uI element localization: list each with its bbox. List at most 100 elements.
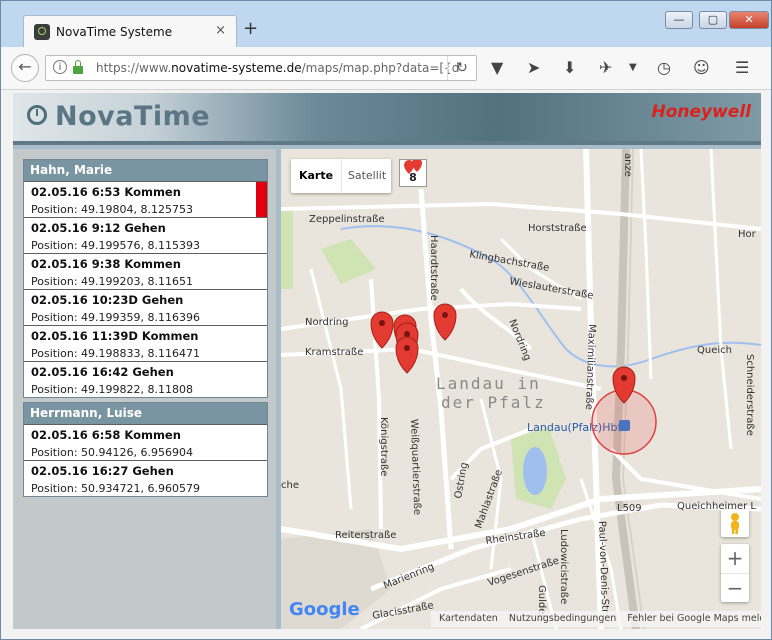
tab-novatime[interactable]: NovaTime Systeme ×: [23, 15, 237, 47]
minimize-button[interactable]: —: [665, 11, 693, 29]
send-icon[interactable]: ➤: [527, 58, 540, 78]
road: [709, 149, 733, 450]
street-label: Maximilianstraße: [583, 324, 597, 410]
list-item[interactable]: 02.05.16 9:12 Gehen Position: 49.199576,…: [24, 217, 267, 253]
report-error-link[interactable]: Fehler bei Google Maps melden: [627, 613, 761, 624]
person-name: Hahn, Marie: [24, 160, 267, 181]
street-label: Haardtstraße: [428, 235, 439, 301]
street-label: Nordring: [305, 317, 348, 328]
entry-time: 02.05.16 11:39D Kommen: [31, 329, 199, 343]
city-label: der Pfalz: [441, 393, 546, 412]
street-label: che: [281, 480, 299, 491]
street-label: Ostring: [453, 462, 470, 500]
back-button[interactable]: ←: [11, 54, 39, 82]
zoom-out-button[interactable]: −: [721, 574, 749, 603]
street-label: Hor: [738, 229, 757, 240]
page-content: NovaTime Honeywell Hahn, Marie 02.05.16 …: [13, 93, 761, 629]
list-item[interactable]: 02.05.16 6:58 Kommen Position: 50.94126,…: [24, 424, 267, 460]
road: [309, 268, 353, 510]
url-bar[interactable]: i https://www.novatime-systeme.de/maps/m…: [45, 55, 477, 81]
emoji-icon[interactable]: ☺: [693, 58, 710, 78]
road: [639, 149, 653, 380]
chevron-down-icon[interactable]: ▼: [629, 58, 637, 78]
person-group-hahn: Hahn, Marie 02.05.16 6:53 Kommen Positio…: [23, 159, 268, 398]
download-icon[interactable]: ⬇: [563, 58, 576, 78]
street-label: L509: [617, 503, 642, 514]
map-attribution: Kartendaten Nutzungsbedingungen Fehler b…: [431, 611, 761, 627]
entry-time: 02.05.16 9:12 Gehen: [31, 221, 166, 235]
map-data-link[interactable]: Kartendaten: [439, 613, 498, 624]
pocket-icon[interactable]: ▼: [491, 58, 503, 78]
tab-close-icon[interactable]: ×: [215, 23, 226, 38]
navigation-bar: ← i https://www.novatime-systeme.de/maps…: [1, 47, 771, 90]
entry-position: Position: 50.934721, 6.960579: [31, 482, 200, 495]
entry-position: Position: 50.94126, 6.956904: [31, 446, 193, 459]
entry-time: 02.05.16 16:42 Gehen: [31, 365, 174, 379]
lock-icon: [73, 60, 83, 74]
reload-icon[interactable]: ↻: [447, 56, 476, 80]
street-label: anze: [622, 153, 633, 177]
marker-cluster-button[interactable]: 8: [399, 159, 427, 187]
honeywell-logo: Honeywell: [651, 102, 751, 122]
tab-title: NovaTime Systeme: [56, 25, 173, 39]
entry-time: 02.05.16 6:58 Kommen: [31, 428, 181, 442]
new-tab-button[interactable]: +: [243, 20, 258, 38]
street-label: Klingbachstraße: [468, 249, 550, 274]
tab-bar: NovaTime Systeme × + — ▢ ✕: [1, 1, 771, 47]
zoom-control: + −: [721, 544, 749, 602]
street-label: Schneiderstraße: [744, 354, 755, 436]
browser-window: NovaTime Systeme × + — ▢ ✕ ← i https://w…: [0, 0, 772, 640]
terms-link[interactable]: Nutzungsbedingungen: [509, 613, 616, 624]
map-view[interactable]: Zeppelinstraße Horststraße Hor Klingbach…: [281, 149, 761, 629]
street-label: Queich: [697, 345, 732, 356]
map-type-satellit-button[interactable]: Satellit: [343, 159, 391, 193]
street-label: Reiterstraße: [335, 530, 396, 541]
entry-time: 02.05.16 10:23D Gehen: [31, 293, 184, 307]
map-type-control: Karte Satellit: [291, 159, 391, 193]
person-name: Herrmann, Luise: [24, 403, 267, 424]
selected-marker: [256, 182, 267, 217]
list-item[interactable]: 02.05.16 16:27 Gehen Position: 50.934721…: [24, 460, 267, 496]
sidebar: Hahn, Marie 02.05.16 6:53 Kommen Positio…: [13, 149, 276, 629]
map-type-karte-button[interactable]: Karte: [291, 159, 342, 193]
cluster-count: 8: [409, 171, 417, 184]
list-item[interactable]: 02.05.16 6:53 Kommen Position: 49.19804,…: [24, 181, 267, 217]
google-logo[interactable]: Google: [289, 599, 360, 620]
extension-icon[interactable]: ✈: [599, 58, 612, 78]
entry-position: Position: 49.199203, 8.11651: [31, 275, 193, 288]
map-canvas: Zeppelinstraße Horststraße Hor Klingbach…: [281, 149, 761, 629]
entry-position: Position: 49.199822, 8.11808: [31, 383, 193, 396]
street-label: Ludowicistraße: [558, 529, 569, 604]
menu-icon[interactable]: ☰: [735, 58, 749, 78]
novatime-logo: NovaTime: [55, 101, 211, 132]
clock-logo-icon: [27, 105, 47, 125]
entry-time: 02.05.16 9:38 Kommen: [31, 257, 181, 271]
street-label: Glacisstraße: [372, 600, 435, 622]
url-text[interactable]: https://www.novatime-systeme.de/maps/map…: [96, 61, 459, 75]
maximize-button[interactable]: ▢: [699, 11, 727, 29]
park-area: [281, 209, 293, 289]
map-marker-icon[interactable]: [433, 303, 457, 341]
list-item[interactable]: 02.05.16 16:42 Gehen Position: 49.199822…: [24, 361, 267, 397]
list-item[interactable]: 02.05.16 11:39D Kommen Position: 49.1988…: [24, 325, 267, 361]
info-icon[interactable]: i: [53, 60, 67, 74]
entry-time: 02.05.16 6:53 Kommen: [31, 185, 181, 199]
list-item[interactable]: 02.05.16 9:38 Kommen Position: 49.199203…: [24, 253, 267, 289]
park-area: [321, 239, 376, 284]
close-window-button[interactable]: ✕: [729, 11, 769, 29]
list-item[interactable]: 02.05.16 10:23D Gehen Position: 49.19935…: [24, 289, 267, 325]
pond: [523, 447, 547, 495]
app-header: NovaTime Honeywell: [13, 93, 761, 145]
street-label: Königstraße: [378, 417, 389, 476]
street-label: Marienring: [382, 561, 436, 591]
zoom-in-button[interactable]: +: [721, 544, 749, 574]
history-icon[interactable]: ◷: [657, 58, 671, 78]
map-marker-icon[interactable]: [395, 336, 419, 374]
favicon-icon: [34, 24, 50, 40]
entry-position: Position: 49.199576, 8.115393: [31, 239, 200, 252]
city-label: Landau in: [436, 374, 541, 393]
person-group-herrmann: Herrmann, Luise 02.05.16 6:58 Kommen Pos…: [23, 402, 268, 497]
street-label: Weißquartierstraße: [408, 419, 422, 516]
street-label: Kramstraße: [305, 347, 363, 358]
street-view-pegman-icon[interactable]: [721, 509, 749, 537]
